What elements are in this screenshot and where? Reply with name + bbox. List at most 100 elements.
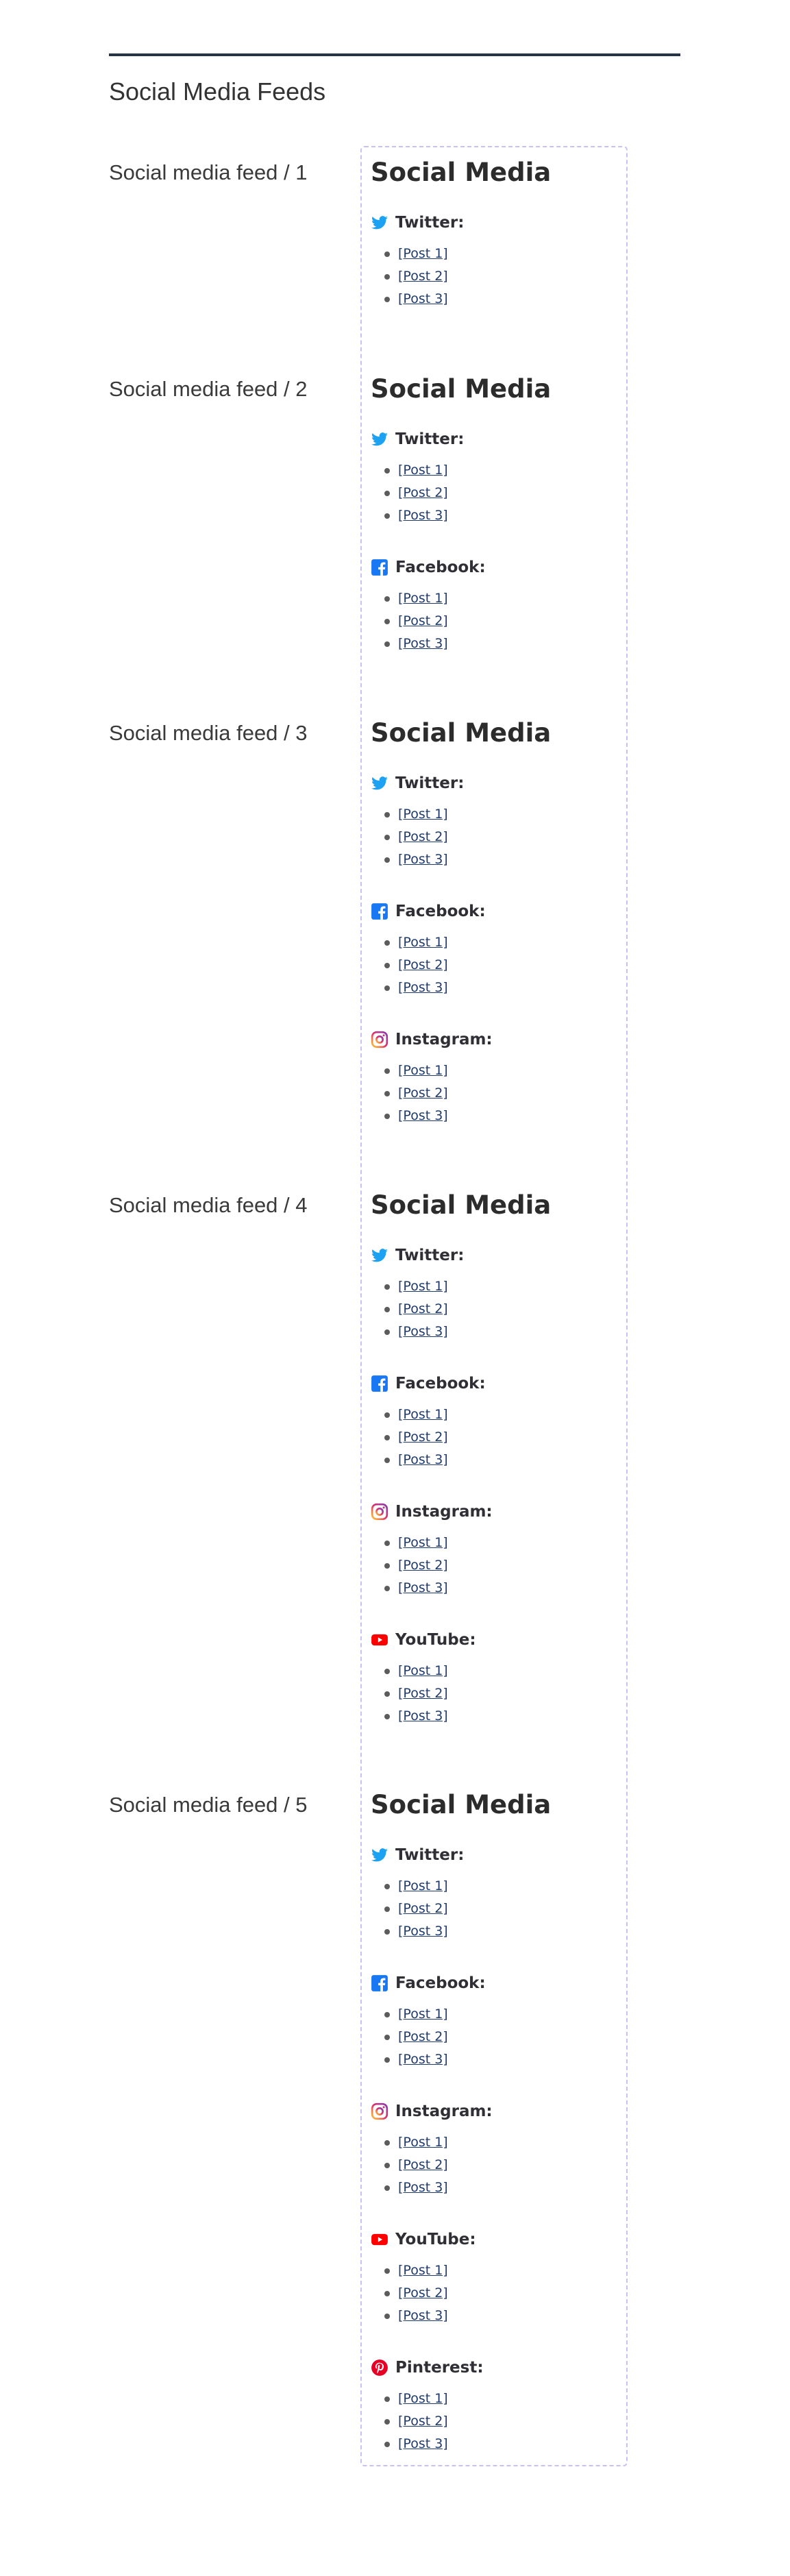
- instagram-label: Instagram:: [395, 1503, 493, 1521]
- facebook-label: Facebook:: [395, 903, 486, 920]
- twitter-post-link[interactable]: [Post 2]: [398, 269, 448, 284]
- instagram-section-header: Instagram:: [371, 1029, 493, 1050]
- list-item: [Post 3]: [384, 288, 448, 310]
- facebook-post-link[interactable]: [Post 1]: [398, 2007, 448, 2022]
- youtube-section-header: YouTube:: [371, 1630, 476, 1650]
- facebook-icon: [371, 1974, 388, 1992]
- twitter-post-link[interactable]: [Post 1]: [398, 1878, 448, 1893]
- list-item: [Post 2]: [384, 1082, 448, 1105]
- twitter-post-link[interactable]: [Post 1]: [398, 1279, 448, 1294]
- instagram-post-link[interactable]: [Post 1]: [398, 1063, 448, 1078]
- pinterest-post-link[interactable]: [Post 2]: [398, 2414, 448, 2429]
- list-item: [Post 3]: [384, 2433, 448, 2455]
- feed-variant-label: Social media feed / 4: [109, 1193, 308, 1217]
- instagram-post-link[interactable]: [Post 1]: [398, 1535, 448, 1550]
- twitter-post-link[interactable]: [Post 2]: [398, 485, 448, 500]
- youtube-post-link[interactable]: [Post 2]: [398, 1686, 448, 1701]
- top-divider: [109, 53, 680, 56]
- list-item: [Post 2]: [384, 2026, 448, 2048]
- instagram-post-link[interactable]: [Post 3]: [398, 1108, 448, 1123]
- twitter-post-link[interactable]: [Post 3]: [398, 508, 448, 523]
- instagram-post-link[interactable]: [Post 3]: [398, 2180, 448, 2195]
- twitter-post-link[interactable]: [Post 3]: [398, 1324, 448, 1339]
- instagram-section-header: Instagram:: [371, 1501, 493, 1522]
- youtube-post-link[interactable]: [Post 3]: [398, 1708, 448, 1724]
- twitter-post-link[interactable]: [Post 2]: [398, 829, 448, 844]
- youtube-post-link[interactable]: [Post 1]: [398, 2263, 448, 2278]
- widget-title: Social Media: [371, 718, 552, 748]
- twitter-label: Twitter:: [395, 1247, 465, 1264]
- facebook-post-list: [Post 1] [Post 2] [Post 3]: [384, 587, 448, 655]
- list-item: [Post 1]: [384, 1660, 448, 1682]
- facebook-post-list: [Post 1] [Post 2] [Post 3]: [384, 1403, 448, 1471]
- twitter-post-link[interactable]: [Post 2]: [398, 1901, 448, 1916]
- instagram-post-link[interactable]: [Post 2]: [398, 1558, 448, 1573]
- instagram-post-link[interactable]: [Post 3]: [398, 1580, 448, 1595]
- list-item: [Post 1]: [384, 2388, 448, 2410]
- list-item: [Post 3]: [384, 1920, 448, 1943]
- twitter-label: Twitter:: [395, 214, 465, 232]
- instagram-post-link[interactable]: [Post 1]: [398, 2135, 448, 2150]
- instagram-post-link[interactable]: [Post 2]: [398, 2157, 448, 2172]
- instagram-post-list: [Post 1] [Post 2] [Post 3]: [384, 2131, 448, 2199]
- twitter-post-list: [Post 1] [Post 2] [Post 3]: [384, 1875, 448, 1943]
- feed-variant-label: Social media feed / 2: [109, 377, 308, 401]
- facebook-post-link[interactable]: [Post 1]: [398, 935, 448, 950]
- twitter-bird-icon: [371, 1247, 388, 1264]
- facebook-post-link[interactable]: [Post 1]: [398, 591, 448, 606]
- youtube-post-list: [Post 1] [Post 2] [Post 3]: [384, 2259, 448, 2327]
- twitter-post-link[interactable]: [Post 1]: [398, 807, 448, 822]
- facebook-label: Facebook:: [395, 1375, 486, 1393]
- instagram-label: Instagram:: [395, 2102, 493, 2120]
- facebook-post-link[interactable]: [Post 3]: [398, 2052, 448, 2067]
- list-item: [Post 3]: [384, 1577, 448, 1599]
- instagram-post-list: [Post 1] [Post 2] [Post 3]: [384, 1059, 448, 1127]
- twitter-post-link[interactable]: [Post 2]: [398, 1301, 448, 1316]
- twitter-post-list: [Post 1] [Post 2] [Post 3]: [384, 1275, 448, 1343]
- pinterest-post-link[interactable]: [Post 3]: [398, 2436, 448, 2451]
- instagram-icon: [371, 2102, 388, 2120]
- twitter-post-link[interactable]: [Post 3]: [398, 1924, 448, 1939]
- twitter-section-header: Twitter:: [371, 212, 464, 233]
- twitter-post-link[interactable]: [Post 1]: [398, 246, 448, 261]
- instagram-post-list: [Post 1] [Post 2] [Post 3]: [384, 1532, 448, 1599]
- facebook-post-link[interactable]: [Post 3]: [398, 980, 448, 995]
- facebook-section-header: Facebook:: [371, 557, 486, 578]
- twitter-bird-icon: [371, 214, 388, 232]
- pinterest-icon: [371, 2359, 388, 2377]
- youtube-section-header: YouTube:: [371, 2229, 476, 2250]
- youtube-icon: [371, 1631, 388, 1649]
- feed-variant-label: Social media feed / 3: [109, 721, 308, 745]
- twitter-label: Twitter:: [395, 774, 465, 792]
- facebook-post-link[interactable]: [Post 3]: [398, 636, 448, 651]
- facebook-post-link[interactable]: [Post 3]: [398, 1452, 448, 1467]
- facebook-post-link[interactable]: [Post 2]: [398, 1430, 448, 1445]
- youtube-post-link[interactable]: [Post 1]: [398, 1663, 448, 1678]
- list-item: [Post 2]: [384, 1426, 448, 1449]
- pinterest-label: Pinterest:: [395, 2359, 484, 2377]
- twitter-post-link[interactable]: [Post 1]: [398, 463, 448, 478]
- youtube-post-link[interactable]: [Post 3]: [398, 2308, 448, 2323]
- facebook-post-link[interactable]: [Post 2]: [398, 957, 448, 972]
- pinterest-post-link[interactable]: [Post 1]: [398, 2391, 448, 2406]
- feed-variant-label: Social media feed / 1: [109, 160, 308, 184]
- facebook-section-header: Facebook:: [371, 1373, 486, 1394]
- list-item: [Post 2]: [384, 2282, 448, 2305]
- youtube-label: YouTube:: [395, 1631, 476, 1649]
- twitter-post-link[interactable]: [Post 3]: [398, 852, 448, 867]
- youtube-post-list: [Post 1] [Post 2] [Post 3]: [384, 1660, 448, 1728]
- list-item: [Post 3]: [384, 633, 448, 655]
- list-item: [Post 1]: [384, 2003, 448, 2026]
- facebook-post-link[interactable]: [Post 1]: [398, 1407, 448, 1422]
- feed-variant-label: Social media feed / 5: [109, 1793, 308, 1817]
- facebook-post-link[interactable]: [Post 2]: [398, 2029, 448, 2044]
- facebook-post-link[interactable]: [Post 2]: [398, 613, 448, 628]
- facebook-icon: [371, 1375, 388, 1393]
- twitter-section-header: Twitter:: [371, 1845, 464, 1865]
- youtube-post-link[interactable]: [Post 2]: [398, 2285, 448, 2301]
- list-item: [Post 1]: [384, 459, 448, 482]
- twitter-post-list: [Post 1] [Post 2] [Post 3]: [384, 803, 448, 871]
- list-item: [Post 3]: [384, 2048, 448, 2071]
- instagram-post-link[interactable]: [Post 2]: [398, 1085, 448, 1101]
- twitter-post-link[interactable]: [Post 3]: [398, 291, 448, 306]
